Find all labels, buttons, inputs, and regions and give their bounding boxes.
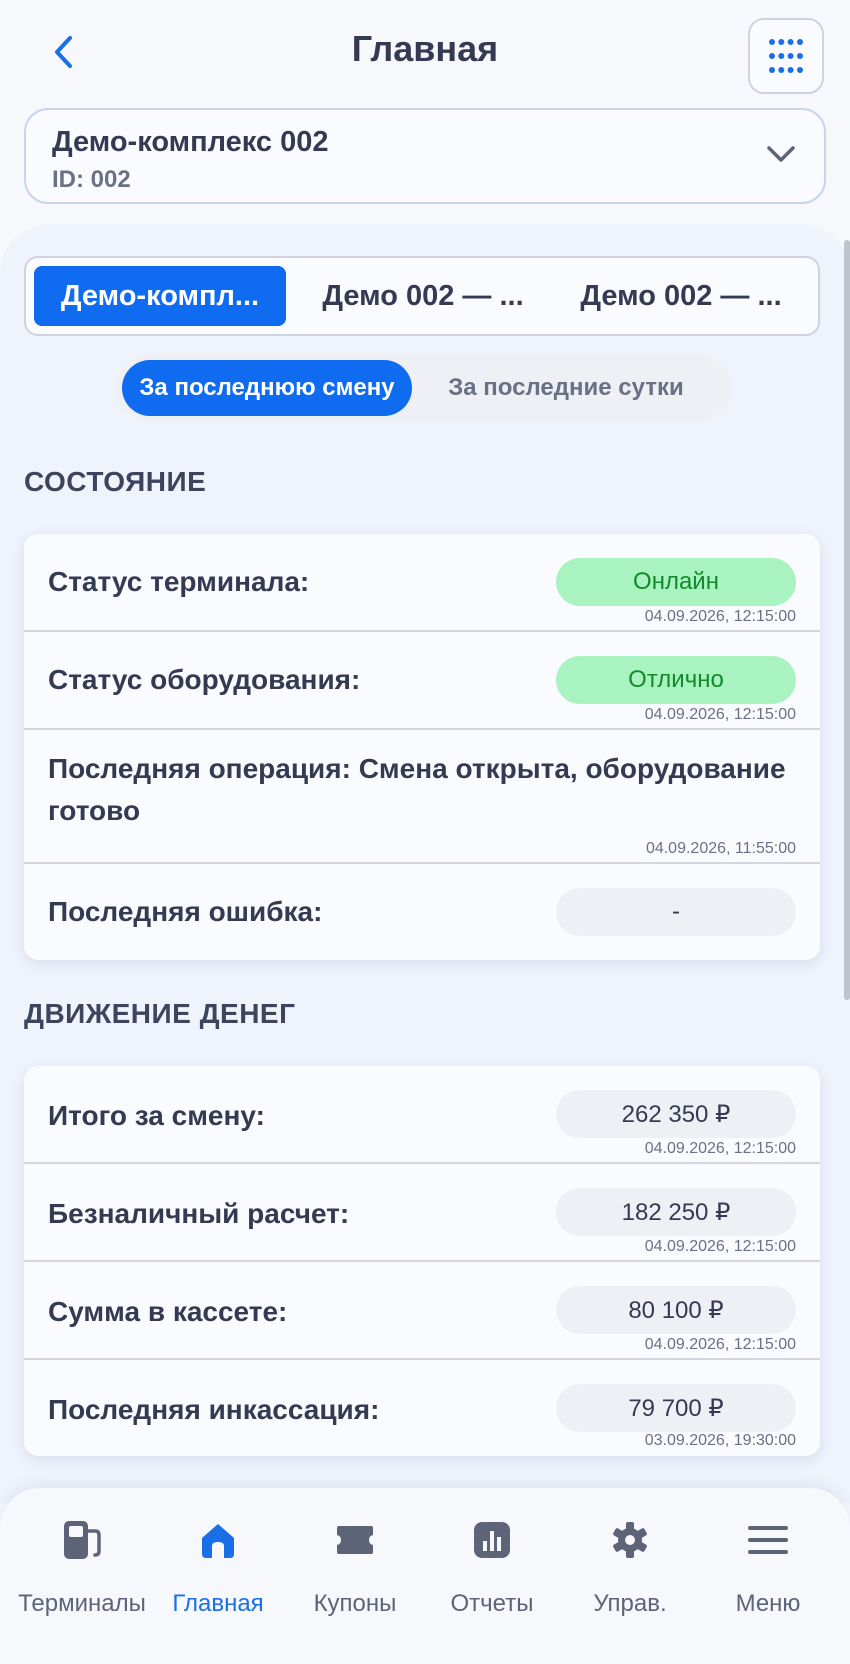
nav-home-label: Главная <box>172 1590 264 1617</box>
terminal-status-timestamp: 04.09.2026, 12:15:00 <box>644 608 796 625</box>
apps-grid-button[interactable] <box>748 18 824 94</box>
money-collection-label: Последняя инкассация: <box>48 1394 380 1425</box>
equipment-status-badge: Отлично <box>556 656 796 704</box>
page-title: Главная <box>351 28 499 69</box>
nav-coupons-label: Купоны <box>313 1590 397 1617</box>
money-collection-value: 79 700 ₽ <box>556 1384 796 1432</box>
nav-coupons[interactable]: Купоны <box>287 1516 423 1636</box>
money-cassette-timestamp: 04.09.2026, 12:15:00 <box>644 1336 796 1353</box>
tab-terminal-2[interactable]: Демо 002 — ... <box>294 266 552 326</box>
header: Главная <box>0 0 850 100</box>
period-last-day-button[interactable]: За последние сутки <box>416 360 716 416</box>
last-operation-timestamp: 04.09.2026, 11:55:00 <box>645 840 796 857</box>
nav-manage-label: Управ. <box>593 1590 667 1617</box>
money-total-timestamp: 04.09.2026, 12:15:00 <box>644 1140 796 1157</box>
nav-terminals-label: Терминалы <box>18 1590 146 1617</box>
nav-reports[interactable]: Отчеты <box>424 1516 560 1636</box>
complex-id: ID: 002 <box>52 166 131 193</box>
last-error-value: - <box>556 888 796 936</box>
money-collection-timestamp: 03.09.2026, 19:30:00 <box>644 1432 796 1449</box>
nav-manage[interactable]: Управ. <box>562 1516 698 1636</box>
terminal-status-badge: Онлайн <box>556 558 796 606</box>
hamburger-icon <box>744 1516 792 1564</box>
state-card: Статус терминала: Онлайн 04.09.2026, 12:… <box>24 534 820 960</box>
nav-reports-label: Отчеты <box>450 1590 534 1617</box>
last-error-row: Последняя ошибка: - <box>24 864 820 960</box>
nav-menu-label: Меню <box>735 1590 801 1617</box>
money-cashless-timestamp: 04.09.2026, 12:15:00 <box>644 1238 796 1255</box>
chart-icon <box>468 1516 516 1564</box>
money-total-label: Итого за смену: <box>48 1100 265 1131</box>
complex-select[interactable]: Демо-комплекс 002 ID: 002 <box>24 108 826 204</box>
money-cashless-value: 182 250 ₽ <box>556 1188 796 1236</box>
terminal-status-label: Статус терминала: <box>48 566 310 597</box>
money-card: Итого за смену: 262 350 ₽ 04.09.2026, 12… <box>24 1066 820 1456</box>
money-cashless-label: Безналичный расчет: <box>48 1198 350 1229</box>
money-row-total: Итого за смену: 262 350 ₽ 04.09.2026, 12… <box>24 1066 820 1164</box>
nav-terminals[interactable]: Терминалы <box>14 1516 150 1636</box>
period-toggle: За последнюю смену За последние сутки <box>116 354 732 422</box>
equipment-status-row: Статус оборудования: Отлично 04.09.2026,… <box>24 632 820 730</box>
tab-terminal-3[interactable]: Демо 002 — ... <box>552 266 810 326</box>
last-operation-text: Последняя операция: Смена открыта, обору… <box>48 753 786 826</box>
gear-icon <box>606 1516 654 1564</box>
state-section-title: СОСТОЯНИЕ <box>24 466 207 497</box>
bottom-nav: Терминалы Главная Купоны Отчеты Управ. М… <box>0 1488 850 1664</box>
dots-grid-icon <box>769 39 803 73</box>
money-row-cassette: Сумма в кассете: 80 100 ₽ 04.09.2026, 12… <box>24 1262 820 1360</box>
money-row-cashless: Безналичный расчет: 182 250 ₽ 04.09.2026… <box>24 1164 820 1262</box>
scrollbar[interactable] <box>844 240 850 1000</box>
terminal-status-row: Статус терминала: Онлайн 04.09.2026, 12:… <box>24 534 820 632</box>
money-row-collection: Последняя инкассация: 79 700 ₽ 03.09.202… <box>24 1360 820 1456</box>
nav-menu[interactable]: Меню <box>700 1516 836 1636</box>
equipment-status-timestamp: 04.09.2026, 12:15:00 <box>644 706 796 723</box>
tab-terminal-1[interactable]: Демо-компл... <box>34 266 286 326</box>
fuel-pump-icon <box>58 1516 106 1564</box>
nav-home[interactable]: Главная <box>150 1516 286 1636</box>
last-operation-row: Последняя операция: Смена открыта, обору… <box>24 730 820 864</box>
ticket-icon <box>331 1516 379 1564</box>
terminal-tabs: Демо-компл... Демо 002 — ... Демо 002 — … <box>24 256 820 336</box>
equipment-status-label: Статус оборудования: <box>48 664 361 695</box>
chevron-down-icon <box>767 146 795 162</box>
money-section-title: ДВИЖЕНИЕ ДЕНЕГ <box>24 998 296 1029</box>
home-icon <box>194 1516 242 1564</box>
money-cassette-value: 80 100 ₽ <box>556 1286 796 1334</box>
period-last-shift-button[interactable]: За последнюю смену <box>122 360 412 416</box>
money-total-value: 262 350 ₽ <box>556 1090 796 1138</box>
money-cassette-label: Сумма в кассете: <box>48 1296 288 1327</box>
complex-name: Демо-комплекс 002 <box>52 126 329 158</box>
last-error-label: Последняя ошибка: <box>48 896 323 927</box>
